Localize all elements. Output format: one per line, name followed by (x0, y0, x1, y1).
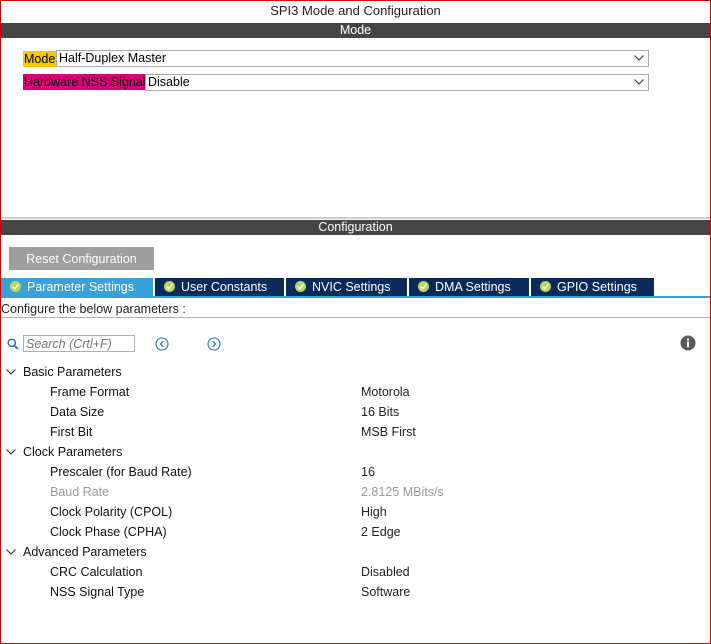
parameter-row[interactable]: NSS Signal Type Software (0, 582, 711, 602)
group-clock-parameters[interactable]: Clock Parameters (0, 442, 711, 462)
tab-label: Parameter Settings (27, 280, 134, 294)
mode-select-value: Half-Duplex Master (59, 51, 166, 65)
configure-instruction: Configure the below parameters : (1, 302, 186, 316)
parameter-name: First Bit (50, 425, 93, 439)
parameter-name: Clock Polarity (CPOL) (50, 505, 173, 519)
info-icon[interactable] (680, 335, 696, 351)
parameter-value[interactable]: Motorola (361, 382, 410, 402)
parameter-row[interactable]: Clock Polarity (CPOL) High (0, 502, 711, 522)
tab-parameter-settings[interactable]: Parameter Settings (1, 278, 153, 296)
mode-label: Mode (23, 51, 57, 67)
chevron-down-icon (634, 79, 644, 85)
parameter-name: CRC Calculation (50, 565, 143, 579)
section-divider[interactable] (1, 217, 710, 219)
check-circle-icon (295, 281, 306, 292)
check-circle-icon (10, 281, 21, 292)
tab-dma-settings[interactable]: DMA Settings (409, 278, 529, 296)
group-label: Clock Parameters (23, 445, 123, 459)
group-label: Advanced Parameters (23, 545, 147, 559)
tab-label: GPIO Settings (557, 280, 637, 294)
configuration-section-header: Configuration (1, 220, 710, 235)
divider (1, 317, 710, 318)
tab-user-constants[interactable]: User Constants (155, 278, 284, 296)
search-input[interactable] (23, 335, 135, 352)
chevron-down-icon[interactable] (6, 448, 16, 456)
parameter-row[interactable]: Clock Phase (CPHA) 2 Edge (0, 522, 711, 542)
check-circle-icon (418, 281, 429, 292)
tab-label: User Constants (181, 280, 268, 294)
nss-signal-select-value: Disable (148, 75, 190, 89)
parameter-value[interactable]: Disabled (361, 562, 410, 582)
tab-gpio-settings[interactable]: GPIO Settings (531, 278, 654, 296)
group-label: Basic Parameters (23, 365, 122, 379)
check-circle-icon (540, 281, 551, 292)
tab-nvic-settings[interactable]: NVIC Settings (286, 278, 407, 296)
parameter-name: Data Size (50, 405, 105, 419)
parameter-row[interactable]: Data Size 16 Bits (0, 402, 711, 422)
parameter-name: Clock Phase (CPHA) (50, 525, 167, 539)
parameter-row[interactable]: CRC Calculation Disabled (0, 562, 711, 582)
parameter-name: Prescaler (for Baud Rate) (50, 465, 192, 479)
arrow-left-circle-icon[interactable] (155, 337, 169, 351)
parameter-name: NSS Signal Type (50, 585, 145, 599)
arrow-right-circle-icon[interactable] (207, 337, 221, 351)
group-basic-parameters[interactable]: Basic Parameters (0, 362, 711, 382)
mode-section-header: Mode (1, 23, 710, 38)
search-icon[interactable] (7, 338, 19, 350)
parameter-value[interactable]: Software (361, 582, 410, 602)
nss-signal-label: Hardware NSS Signal (23, 74, 147, 90)
parameter-name: Frame Format (50, 385, 130, 399)
parameter-value[interactable]: 16 Bits (361, 402, 399, 422)
reset-configuration-button[interactable]: Reset Configuration (9, 247, 154, 270)
parameter-value[interactable]: High (361, 502, 387, 522)
parameter-value[interactable]: MSB First (361, 422, 416, 442)
parameter-name: Baud Rate (50, 485, 110, 499)
parameter-row: Baud Rate 2.8125 MBits/s (0, 482, 711, 502)
chevron-down-icon[interactable] (6, 368, 16, 376)
parameter-row[interactable]: First Bit MSB First (0, 422, 711, 442)
tab-label: DMA Settings (435, 280, 511, 294)
group-advanced-parameters[interactable]: Advanced Parameters (0, 542, 711, 562)
nss-signal-select[interactable]: Disable (145, 74, 649, 91)
parameter-value[interactable]: 16 (361, 462, 375, 482)
check-circle-icon (164, 281, 175, 292)
parameter-row[interactable]: Frame Format Motorola (0, 382, 711, 402)
mode-select[interactable]: Half-Duplex Master (56, 50, 649, 67)
chevron-down-icon[interactable] (6, 548, 16, 556)
window-title: SPI3 Mode and Configuration (270, 3, 441, 18)
parameter-value: 2.8125 MBits/s (361, 485, 444, 499)
parameter-row[interactable]: Prescaler (for Baud Rate) 16 (0, 462, 711, 482)
parameter-value[interactable]: 2 Edge (361, 522, 401, 542)
tab-label: NVIC Settings (312, 280, 391, 294)
tab-underline (1, 296, 710, 298)
chevron-down-icon (634, 55, 644, 61)
